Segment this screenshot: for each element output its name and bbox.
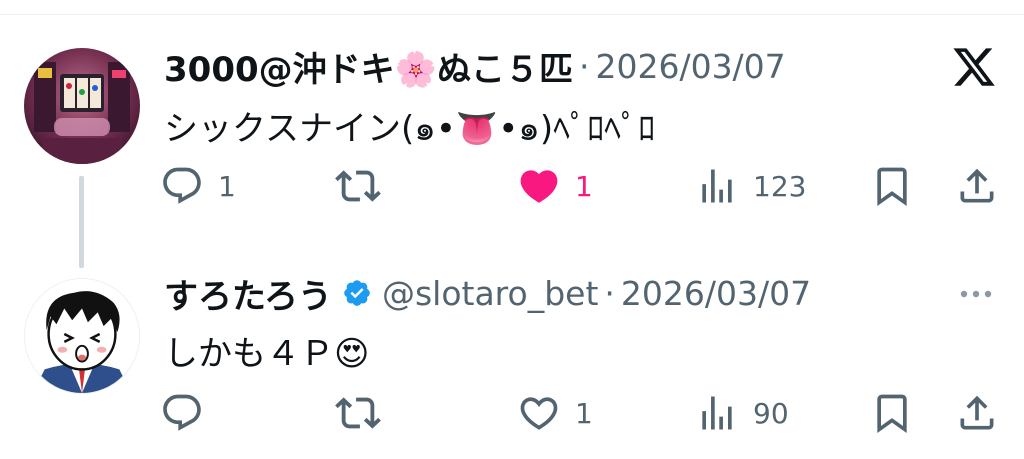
retweet-icon: [335, 170, 381, 202]
views-button[interactable]: 90: [695, 390, 789, 436]
display-name[interactable]: すろたろう: [164, 269, 332, 318]
share-button[interactable]: [955, 163, 999, 209]
separator-dot: ·: [578, 46, 590, 86]
more-options-icon[interactable]: [956, 281, 996, 307]
avatar[interactable]: [24, 278, 140, 394]
slot-machine-avatar-image: [24, 48, 140, 164]
retweet-button[interactable]: [335, 163, 395, 209]
reply-count: 1: [218, 169, 236, 203]
display-name[interactable]: 3000@沖ドキ🌸ぬこ５匹: [164, 42, 573, 91]
verified-badge-icon[interactable]: [342, 278, 372, 308]
top-divider: [0, 14, 1024, 15]
cartoon-businessman-avatar-image: [25, 279, 139, 393]
retweet-icon: [335, 397, 381, 429]
share-icon: [960, 395, 994, 430]
views-chart-icon: [702, 169, 732, 203]
user-handle[interactable]: @slotaro_bet: [382, 274, 598, 313]
reply-icon: [163, 167, 201, 204]
heart-outline-icon: [520, 397, 558, 430]
thread-connector-line: [79, 176, 84, 268]
tweet-text: シックスナイン(๑•👅•๑)ﾍﾟﾛﾍﾟﾛ: [164, 109, 656, 149]
views-count: 90: [753, 396, 789, 430]
like-count: 1: [575, 396, 593, 430]
share-button[interactable]: [955, 390, 999, 436]
separator-dot: ·: [604, 273, 615, 313]
tweet-action-bar: 1 90: [160, 390, 1000, 436]
bookmark-button[interactable]: [870, 390, 914, 436]
heart-filled-icon: [520, 170, 558, 203]
share-icon: [960, 168, 994, 203]
like-button[interactable]: 1: [517, 163, 593, 209]
tweet-header: 3000@沖ドキ🌸ぬこ５匹 · 2026/03/07: [164, 42, 786, 91]
x-logo-icon[interactable]: [951, 44, 997, 90]
bookmark-button[interactable]: [870, 163, 914, 209]
reply-button[interactable]: [160, 390, 218, 436]
views-count: 123: [753, 169, 807, 203]
timestamp[interactable]: 2026/03/07: [595, 47, 785, 86]
tweet-text: しかも４Ｐ😍: [164, 334, 370, 374]
timestamp[interactable]: 2026/03/07: [621, 274, 811, 313]
bookmark-icon: [877, 394, 907, 434]
retweet-button[interactable]: [335, 390, 395, 436]
tweet-action-bar: 1 1 123: [160, 163, 1000, 209]
views-chart-icon: [702, 396, 732, 430]
tweet-header: すろたろう @slotaro_bet · 2026/03/07: [164, 269, 811, 318]
bookmark-icon: [877, 167, 907, 207]
like-count: 1: [575, 169, 593, 203]
like-button[interactable]: 1: [517, 390, 593, 436]
views-button[interactable]: 123: [695, 163, 806, 209]
avatar[interactable]: [24, 48, 140, 164]
reply-icon: [163, 394, 201, 431]
reply-button[interactable]: 1: [160, 163, 236, 209]
